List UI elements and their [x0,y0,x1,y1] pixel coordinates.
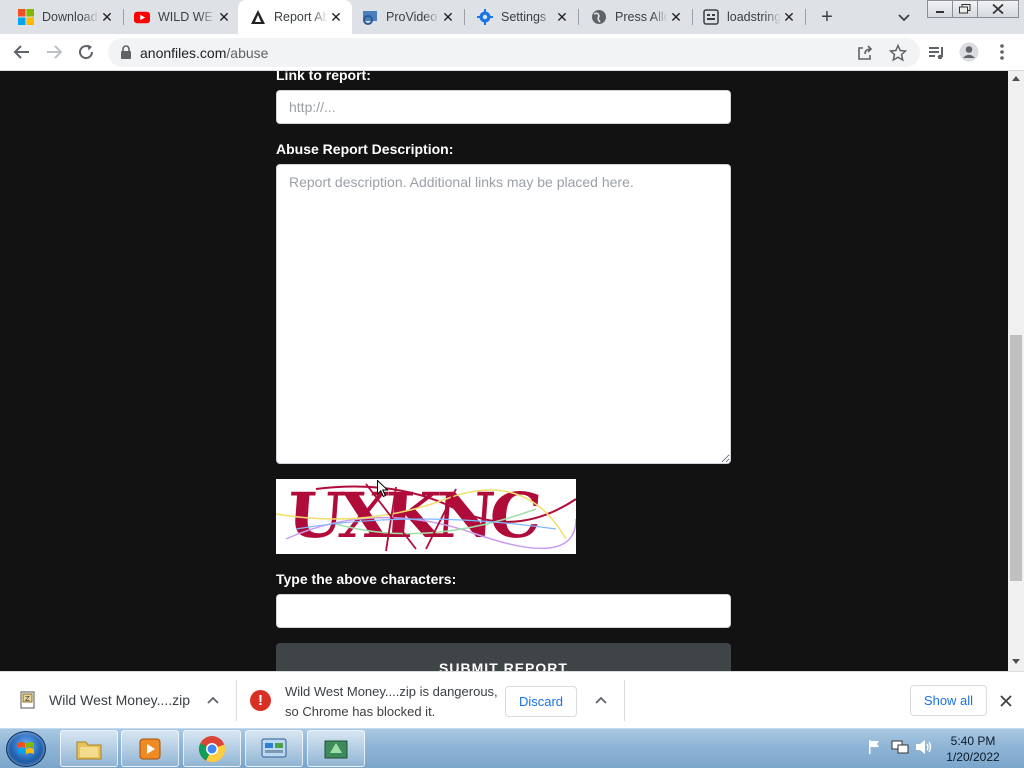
window-close-button[interactable] [977,0,1019,18]
download-item-zip[interactable]: Z Wild West Money....zip [0,672,236,729]
youtube-icon [134,9,150,25]
chrome-icon [198,735,226,762]
blocked-message-line2: so Chrome has blocked it. [285,704,436,719]
globe-icon [591,9,607,25]
taskbar-chrome[interactable] [183,730,241,767]
taskbar-media-player[interactable] [121,730,179,767]
clock-time: 5:40 PM [950,734,996,748]
close-icon[interactable]: ✕ [668,9,684,25]
url-text: anonfiles.com/abuse [140,45,268,61]
close-icon[interactable]: ✕ [554,9,570,25]
tab-press-allow[interactable]: Press Allo ✕ [579,0,692,34]
page-viewport: Link to report: Abuse Report Description… [0,71,1008,671]
new-tab-plus-icon[interactable]: + [817,7,837,27]
tab-strip: Download ✕ WILD WE ✕ Report Abuse ✕ ProV… [0,0,1024,34]
scroll-up-arrow-icon[interactable] [1012,76,1020,81]
share-icon[interactable] [856,44,874,62]
anonfiles-logo-icon [250,9,266,25]
gear-icon [477,9,493,25]
network-icon[interactable] [891,739,909,755]
captcha-image: UXKNC [276,479,576,554]
tab-provideo[interactable]: ProVideo ✕ [352,0,464,34]
reload-icon[interactable] [76,42,96,62]
discard-button[interactable]: Discard [505,686,577,717]
restore-button[interactable] [952,0,978,18]
taskbar-explorer[interactable] [60,730,118,767]
tab-download[interactable]: Download ✕ [0,0,123,34]
back-arrow-icon[interactable] [12,42,32,62]
description-textarea[interactable] [276,164,731,464]
taskbar-control-panel[interactable] [245,730,303,767]
address-bar[interactable]: anonfiles.com/abuse [108,38,920,67]
taskbar-app[interactable] [307,730,365,767]
bookmark-star-icon[interactable] [888,43,908,62]
close-icon[interactable]: ✕ [440,9,456,25]
tab-title: loadstring [727,10,781,24]
start-button[interactable] [6,731,46,767]
mouse-pointer-icon [377,480,389,498]
tab-separator [805,9,806,25]
url-path: /abuse [226,45,269,61]
close-icon[interactable]: ✕ [328,9,344,25]
kebab-menu-icon[interactable] [992,42,1012,62]
url-host: anonfiles.com [140,45,227,61]
reading-list-icon[interactable] [927,42,947,62]
profile-avatar-icon[interactable] [959,42,979,62]
tab-settings[interactable]: Settings ✕ [465,0,578,34]
close-icon[interactable]: ✕ [99,9,115,25]
description-label: Abuse Report Description: [276,141,454,157]
page-icon [703,9,719,25]
captcha-label: Type the above characters: [276,571,457,587]
link-input[interactable] [276,90,731,124]
tab-title: Download [42,10,98,24]
tab-title: WILD WE [158,10,213,24]
app-window-icon [324,740,348,758]
control-panel-icon [261,738,287,757]
tab-youtube[interactable]: WILD WE ✕ [124,0,240,34]
lock-icon[interactable] [120,45,132,64]
show-all-button[interactable]: Show all [910,685,987,716]
forward-arrow-icon[interactable] [44,42,64,62]
svg-text:Z: Z [25,695,30,703]
blocked-message-line1: Wild West Money....zip is dangerous, [285,684,498,699]
browser-toolbar: anonfiles.com/abuse [0,34,1024,71]
taskbar-clock[interactable]: 5:40 PM 1/20/2022 [938,733,1008,765]
download-separator [624,680,625,721]
download-filename: Wild West Money....zip [49,692,191,708]
danger-warning-icon: ! [250,690,271,711]
close-icon[interactable]: ✕ [781,9,797,25]
chevron-up-icon[interactable] [593,693,609,709]
tab-title: ProVideo [386,10,438,24]
minimize-button[interactable] [927,0,953,18]
tab-search-chevron-icon[interactable] [896,9,912,25]
clock-date: 1/20/2022 [946,750,1000,764]
download-shelf: Z Wild West Money....zip ! Wild West Mon… [0,671,1024,728]
scrollbar-thumb[interactable] [1010,335,1022,581]
chevron-up-icon[interactable] [205,693,221,709]
windows-taskbar: 5:40 PM 1/20/2022 [0,728,1024,768]
tab-title: Press Allo [615,10,668,24]
action-center-flag-icon[interactable] [867,739,881,755]
volume-icon[interactable] [915,739,933,755]
media-player-icon [139,738,161,759]
folder-icon [76,741,102,759]
page-scrollbar[interactable] [1008,71,1024,671]
windows-logo-icon [18,742,34,754]
close-icon[interactable]: ✕ [216,9,232,25]
captcha-noise-lines [276,483,576,552]
captcha-input[interactable] [276,594,731,628]
scroll-down-arrow-icon[interactable] [1012,659,1020,664]
close-icon[interactable] [998,693,1014,709]
tab-title: Report Abuse [274,10,328,24]
tab-loadstring[interactable]: loadstring ✕ [693,0,805,34]
tab-title: Settings [501,10,547,24]
link-label: Link to report: [276,71,371,83]
provideo-icon [362,9,378,25]
download-blocked-message: Wild West Money....zip is dangerous, so … [285,682,500,722]
submit-report-button[interactable]: SUBMIT REPORT [276,643,731,671]
tab-report-abuse[interactable]: Report Abuse ✕ [238,0,352,34]
zip-file-icon: Z [20,691,35,709]
windows-logo-icon [18,9,34,25]
